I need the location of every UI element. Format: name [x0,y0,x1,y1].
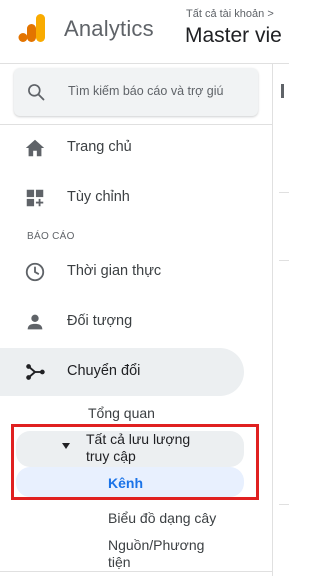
content-edge-rule [279,260,289,261]
nav-item-realtime[interactable]: Thời gian thực [0,248,244,296]
nav-item-audience[interactable]: Đối tượng [0,298,244,346]
header-divider [0,63,289,64]
bottom-divider [0,571,272,572]
home-icon [25,139,45,157]
search-input[interactable]: Tìm kiếm báo cáo và trợ giú [68,84,254,98]
clock-icon [25,262,45,282]
acquisition-icon [26,364,45,380]
sub-item-overview[interactable]: Tổng quan [88,405,155,421]
nav-item-label: Trang chủ [67,139,132,155]
nav-item-label: Chuyển đổi [67,363,141,379]
content-edge-rule [279,504,289,505]
app-name: Analytics [64,16,154,41]
nav-item-label: Tùy chỉnh [67,189,130,205]
nav-item-customization[interactable]: Tùy chỉnh [0,174,244,222]
account-selector[interactable]: Master vie [185,24,282,48]
content-edge-rule [279,192,289,193]
customize-dashboard-icon [26,189,44,207]
content-edge-mark [281,84,284,98]
content-edge [272,64,290,576]
sub-group-all-traffic-label: Tất cả lưu lượng truy cập [86,431,191,464]
account-breadcrumb[interactable]: Tất cả tài khoản > [186,8,274,20]
reports-section-label: BÁO CÁO [27,231,75,242]
app-header: Analytics Tất cả tài khoản > Master vie [0,0,289,64]
person-icon [27,314,43,330]
nav-item-home[interactable]: Trang chủ [0,124,244,172]
search-box[interactable]: Tìm kiếm báo cáo và trợ giú [14,68,258,116]
caret-down-icon[interactable] [62,443,70,449]
nav-item-label: Đối tượng [67,313,133,329]
sub-item-channels-label: Kênh [108,475,143,491]
nav-item-label: Thời gian thực [67,263,162,279]
sub-item-treemaps[interactable]: Biểu đồ dạng cây [108,510,216,526]
sub-item-source-medium[interactable]: Nguồn/Phương tiện [108,537,228,571]
analytics-logo-icon[interactable] [18,12,48,44]
nav-item-acquisition[interactable]: Chuyển đổi [0,348,244,396]
search-icon [28,84,45,101]
